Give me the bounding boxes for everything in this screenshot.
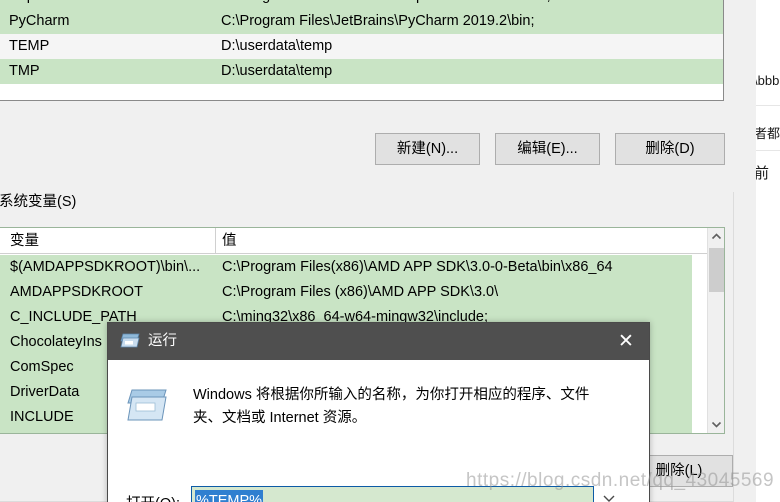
column-header-name[interactable]: 变量 [10, 228, 216, 254]
user-variable-name: PhpStorm [9, 0, 221, 9]
open-combobox[interactable]: %TEMP% [191, 486, 594, 502]
background-divider-1 [756, 105, 780, 106]
system-variable-value: C:\Program Files (x86)\AMD APP SDK\3.0\ [222, 284, 499, 300]
system-variable-value: C:\Program Files(x86)\AMD APP SDK\3.0-0-… [222, 259, 613, 275]
table-row[interactable]: PhpStorm C:\Program Files\JetBrains\PhpS… [0, 0, 723, 9]
system-variable-name: AMDAPPSDKROOT [10, 284, 143, 300]
edit-user-variable-button[interactable]: 编辑(E)... [495, 133, 600, 165]
column-header-value[interactable]: 值 [222, 228, 237, 254]
user-variable-value: D:\userdata\temp [221, 38, 333, 54]
table-row[interactable]: AMDAPPSDKROOT C:\Program Files (x86)\AMD… [0, 280, 692, 305]
table-row[interactable]: $(AMDAPPSDKROOT)\bin\... C:\Program File… [0, 255, 692, 280]
user-variable-name: TMP [9, 63, 40, 79]
table-row-selected[interactable]: TEMP D:\userdata\temp [0, 34, 723, 59]
run-dialog: 运行 ✕ Windows 将根据你所输入的名称，为你打开相应的程序、文件夹、文档… [107, 322, 650, 502]
background-text-fragment-1: \bbb [755, 73, 780, 88]
run-dialog-titlebar[interactable]: 运行 ✕ [108, 323, 649, 360]
screen: \bbb 者都 前 Path C:\Users\LH\AppData\Local… [0, 0, 780, 502]
run-dialog-description: Windows 将根据你所输入的名称，为你打开相应的程序、文件夹、文档或 Int… [193, 387, 590, 426]
background-text-fragment-2: 者都 [755, 126, 780, 141]
user-variable-name: TEMP [9, 38, 50, 54]
system-variable-name: $(AMDAPPSDKROOT)\bin\... [10, 259, 201, 275]
text-caret [591, 487, 593, 502]
scroll-down-icon[interactable] [708, 416, 724, 433]
vertical-scrollbar[interactable] [707, 228, 724, 433]
open-input-value[interactable]: %TEMP% [195, 490, 264, 502]
user-variable-value: C:\Program Files\JetBrains\PhpStorm 2019… [221, 0, 723, 9]
system-variables-header: 变量 值 [0, 228, 724, 254]
run-large-icon [126, 387, 168, 423]
new-user-variable-button[interactable]: 新建(N)... [375, 133, 480, 165]
run-icon [120, 332, 140, 349]
open-field-label: 打开(O): [126, 492, 180, 502]
table-row[interactable]: PyCharm C:\Program Files\JetBrains\PyCha… [0, 9, 723, 34]
delete-user-variable-button[interactable]: 删除(D) [615, 133, 725, 165]
user-variable-name: PyCharm [9, 13, 70, 29]
user-variable-value: D:\userdata\temp [221, 63, 333, 79]
scroll-up-icon[interactable] [708, 228, 724, 245]
chevron-down-icon[interactable] [595, 486, 622, 502]
user-variables-list[interactable]: Path C:\Users\LH\AppData\Local\Microsoft… [0, 0, 724, 101]
background-divider-2 [756, 150, 780, 151]
table-row[interactable]: TMP D:\userdata\temp [0, 59, 723, 84]
background-text-fragment-3: 前 [755, 165, 770, 182]
run-dialog-title: 运行 [148, 333, 177, 349]
run-dialog-body: Windows 将根据你所输入的名称，为你打开相应的程序、文件夹、文档或 Int… [108, 360, 649, 502]
user-variable-value: C:\Program Files\JetBrains\PyCharm 2019.… [221, 13, 535, 29]
scrollbar-thumb[interactable] [709, 248, 724, 292]
system-variables-title: 系统变量(S) [0, 192, 81, 212]
close-icon[interactable]: ✕ [603, 323, 649, 360]
background-window[interactable]: \bbb 者都 前 [755, 0, 780, 502]
